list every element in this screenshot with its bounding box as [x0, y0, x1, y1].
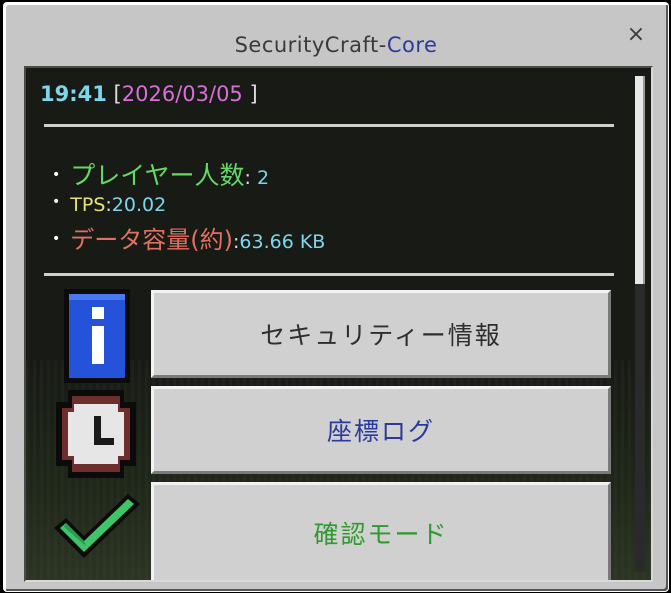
bracket-close: ]: [249, 82, 258, 106]
time-value: 19:41: [40, 82, 107, 106]
tps-label: TPS: [70, 194, 106, 216]
stat-players: • プレイヤー人数: 2: [52, 156, 269, 192]
players-label: プレイヤー人数: [70, 161, 245, 190]
tps-value: 20.02: [111, 194, 167, 216]
clock-icon: [56, 390, 136, 478]
players-sep: :: [244, 167, 257, 189]
confirm-mode-button[interactable]: 確認モード: [151, 482, 611, 580]
window-title: SecurityCraft-Core: [4, 33, 668, 57]
bullet: •: [52, 167, 61, 183]
info-icon: [64, 289, 130, 383]
scrollbar-track[interactable]: [635, 76, 645, 572]
title-main: SecurityCraft-: [234, 33, 387, 57]
divider-top: [44, 124, 614, 127]
data-size-value: 63.66 KB: [239, 231, 326, 253]
dialog-window: SecurityCraft-Core × 19:41 [2026/03/05 ]…: [3, 2, 669, 592]
stat-tps: • TPS:20.02: [52, 194, 166, 216]
players-value: 2: [256, 167, 270, 189]
scrollbar-thumb[interactable]: [635, 76, 645, 284]
checkmark-icon: [54, 494, 140, 558]
data-size-label: データ容量(約): [70, 226, 233, 254]
stat-data-size: • データ容量(約):63.66 KB: [52, 220, 325, 255]
date-value: 2026/03/05: [121, 82, 243, 106]
close-icon[interactable]: ×: [624, 23, 648, 47]
bracket-open: [: [113, 82, 122, 106]
timestamp: 19:41 [2026/03/05 ]: [40, 82, 258, 106]
content-panel: 19:41 [2026/03/05 ] • プレイヤー人数: 2 • TPS: 20.…: [24, 66, 653, 582]
coordinate-log-button[interactable]: 座標ログ: [151, 386, 611, 474]
security-info-button[interactable]: セキュリティー情報: [151, 290, 611, 378]
bullet: •: [52, 231, 61, 247]
title-accent: Core: [386, 33, 438, 57]
divider-bottom: [44, 273, 614, 276]
bullet: •: [52, 194, 61, 210]
